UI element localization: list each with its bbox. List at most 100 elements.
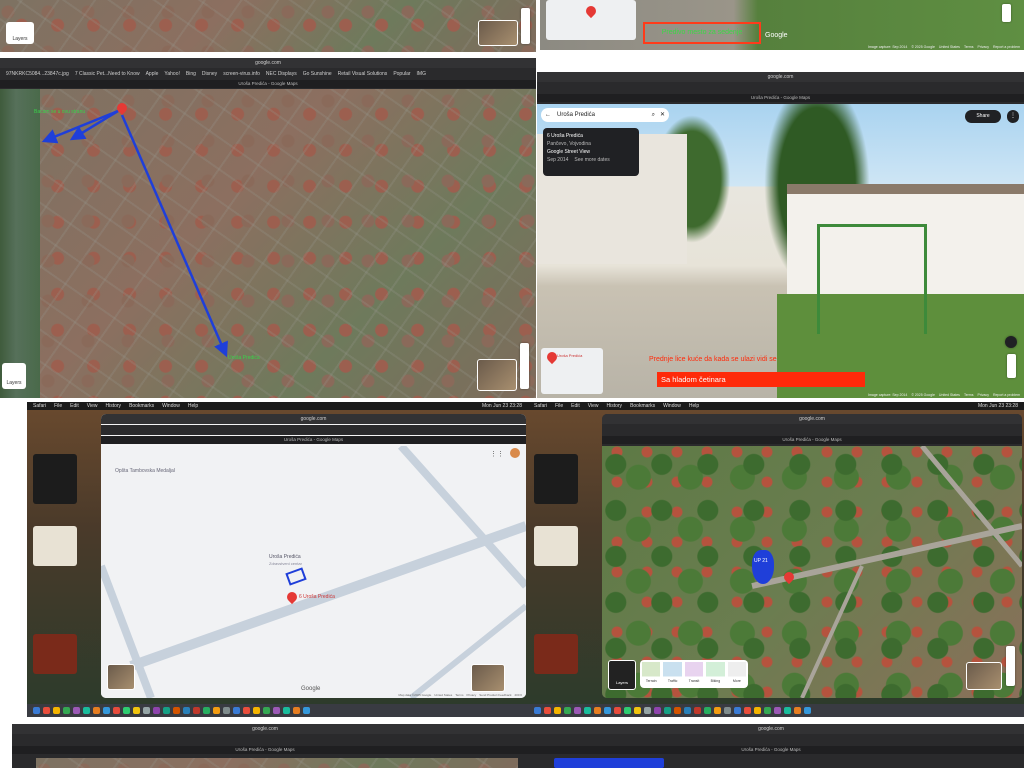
street-view-thumbnail[interactable]: [966, 662, 1002, 690]
more-icon[interactable]: ⋮: [1007, 110, 1019, 123]
layer-option-biking[interactable]: Biking: [706, 662, 725, 686]
bookmark-item[interactable]: IMG: [417, 71, 426, 77]
tile-partial-bottom-right: google.com Uroša Predića - Google Maps: [518, 724, 1024, 768]
layers-button[interactable]: Layers: [2, 363, 26, 389]
search-box[interactable]: Uroša Predića ⌕ ✕ ←: [541, 108, 669, 122]
tab-bar[interactable]: Uroša Predića - Google Maps: [602, 436, 1022, 444]
bookmarks-bar: [518, 735, 1024, 745]
tab-bar[interactable]: Uroša Predića - Google Maps: [518, 746, 1024, 754]
satellite-map[interactable]: [36, 758, 518, 768]
menu-item[interactable]: View: [87, 403, 98, 409]
layer-option-traffic[interactable]: Traffic: [663, 662, 682, 686]
street-view-panorama[interactable]: Uroša Predića ⌕ ✕ ← 6 Uroša Predića Panč…: [537, 104, 1024, 398]
menu-item[interactable]: Edit: [70, 403, 79, 409]
address-bar[interactable]: google.com: [518, 724, 1024, 734]
place-label[interactable]: Uroša Predića: [269, 554, 301, 560]
address-bar[interactable]: google.com: [101, 414, 526, 424]
desktop-widgets: [530, 414, 598, 684]
widget-photo: [33, 526, 77, 566]
top-place-label[interactable]: Opšta Tambovska Medaljal: [115, 468, 175, 474]
widget-panel: [534, 454, 578, 504]
menu-item[interactable]: History: [106, 403, 122, 409]
label-top: Bacam se u ovu stranu: [34, 109, 86, 115]
menu-item[interactable]: View: [588, 403, 599, 409]
tab-bar[interactable]: Uroša Predića - Google Maps: [537, 94, 1024, 102]
menu-item[interactable]: Window: [663, 403, 681, 409]
place-sublabel: Zdravstveni centar: [269, 561, 302, 566]
widget-photo: [534, 634, 578, 674]
layer-option-terrain[interactable]: Terrain: [642, 662, 661, 686]
bookmark-item[interactable]: Go Sunshine: [303, 71, 332, 77]
mini-map[interactable]: [546, 0, 636, 40]
tab-bar[interactable]: Uroša Predića - Google Maps: [101, 436, 526, 444]
bookmark-item[interactable]: NEC Displays: [266, 71, 297, 77]
bookmark-item[interactable]: 97NKRKC5084...23847c.jpg: [6, 71, 69, 77]
menu-item[interactable]: File: [555, 403, 563, 409]
card-more-dates[interactable]: See more dates: [574, 156, 609, 164]
address-bar[interactable]: google.com: [537, 72, 1024, 82]
share-button[interactable]: Share: [965, 110, 1001, 123]
compass-icon[interactable]: [1005, 336, 1017, 348]
bookmark-item[interactable]: Apple: [146, 71, 159, 77]
satellite-map[interactable]: Bacam se u ovu stranu Uroša Predića Laye…: [0, 89, 536, 398]
menu-item[interactable]: Safari: [33, 403, 46, 409]
zoom-controls[interactable]: [521, 8, 530, 44]
tile-bottom-left-map: Safari File Edit View History Bookmarks …: [27, 402, 528, 717]
layers-button[interactable]: Layers: [608, 660, 636, 690]
menu-item[interactable]: Bookmarks: [630, 403, 655, 409]
bookmark-item[interactable]: Disney: [202, 71, 217, 77]
clock: Mon Jun 23 23:28: [977, 403, 1018, 409]
map-footer: Map data ©2025 Google United States Terms P…: [398, 693, 522, 697]
satellite-map[interactable]: UP 21 Layers Terrain Traffic Transit Bik…: [602, 446, 1022, 698]
street-view-thumbnail[interactable]: [471, 664, 505, 692]
tab-bar[interactable]: Uroša Predića - Google Maps: [12, 746, 518, 754]
red-outline-label: Predivo mesto za sedenje: [643, 22, 761, 44]
bookmark-item[interactable]: screen-virus.info: [223, 71, 260, 77]
street-view-thumbnail[interactable]: [478, 20, 518, 46]
menu-item[interactable]: Bookmarks: [129, 403, 154, 409]
apps-grid-icon[interactable]: ⋮⋮: [490, 450, 504, 458]
bookmark-item[interactable]: Retail Visual Solutions: [338, 71, 388, 77]
back-arrow-icon[interactable]: ←: [545, 108, 551, 122]
search-icon[interactable]: ⌕: [652, 108, 655, 122]
tab-bar[interactable]: Uroša Predića - Google Maps: [0, 80, 536, 88]
menu-item[interactable]: History: [607, 403, 623, 409]
zoom-controls[interactable]: [1002, 4, 1011, 22]
map-footer: Image capture: Sep 2014 © 2025 Google Unit…: [868, 393, 1020, 397]
mini-map[interactable]: Uroša Predića: [541, 348, 603, 394]
address-bar[interactable]: google.com: [12, 724, 518, 734]
bookmark-item[interactable]: Bing: [186, 71, 196, 77]
bookmark-item[interactable]: Yahoo!: [164, 71, 179, 77]
label-bottom: Uroša Predića: [228, 355, 260, 361]
location-card[interactable]: 6 Uroša Predića Pančevo, Vojvodina Googl…: [543, 128, 639, 176]
address-bar[interactable]: google.com: [0, 58, 536, 68]
bookmark-item[interactable]: Popular: [393, 71, 410, 77]
arrow-down: [120, 114, 228, 358]
layers-button[interactable]: Layers: [6, 22, 34, 44]
card-subtitle: Pančevo, Vojvodina: [547, 141, 591, 147]
avatar[interactable]: [510, 448, 520, 458]
menu-item[interactable]: Help: [689, 403, 699, 409]
street-view-thumbnail[interactable]: [477, 359, 517, 391]
menu-item[interactable]: Window: [162, 403, 180, 409]
menu-item[interactable]: File: [54, 403, 62, 409]
arrow-left: [69, 109, 119, 141]
layer-option-more[interactable]: More: [727, 662, 747, 686]
clock: Mon Jun 23 23:28: [481, 403, 522, 409]
menu-item[interactable]: Safari: [534, 403, 547, 409]
dock: [27, 704, 528, 717]
address-bar[interactable]: google.com: [602, 414, 1022, 424]
layer-option-transit[interactable]: Transit: [684, 662, 704, 686]
street-view-thumbnail[interactable]: [107, 664, 135, 690]
zoom-controls[interactable]: [520, 343, 529, 389]
close-icon[interactable]: ✕: [660, 108, 665, 122]
menu-item[interactable]: Help: [188, 403, 198, 409]
zoom-controls[interactable]: [1006, 646, 1015, 686]
zoom-controls[interactable]: [1007, 354, 1016, 378]
bookmarks-bar: [101, 425, 526, 435]
road-map[interactable]: Opšta Tambovska Medaljal Uroša Predića Z…: [101, 446, 526, 698]
search-box[interactable]: [554, 758, 664, 768]
menu-item[interactable]: Edit: [571, 403, 580, 409]
tile-partial-bottom-left: google.com Uroša Predića - Google Maps: [12, 724, 518, 768]
bookmark-item[interactable]: 7 Classic Pet...Need to Know: [75, 71, 140, 77]
